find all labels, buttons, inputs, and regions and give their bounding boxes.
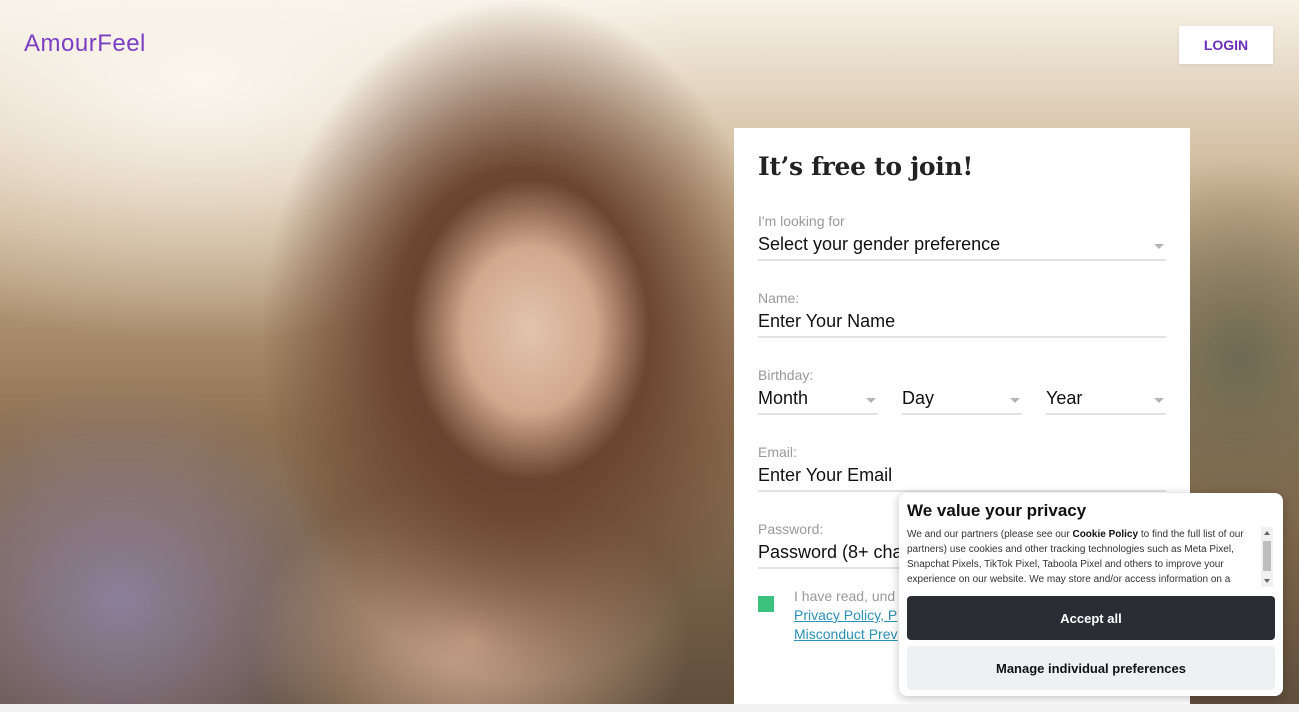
looking-for-label: I'm looking for [758,213,845,229]
birth-day-value: Day [902,388,935,408]
scroll-up-arrow-icon[interactable] [1264,531,1270,535]
scroll-down-arrow-icon[interactable] [1264,579,1270,583]
scrollbar-thumb[interactable] [1263,541,1271,571]
misconduct-prevention-link[interactable]: Misconduct Prev [794,626,897,642]
birthday-group: Birthday: Month Day Year [758,367,1166,415]
chevron-down-icon [1154,244,1164,249]
privacy-policy-link[interactable]: Privacy Policy, P [794,607,897,623]
email-label: Email: [758,444,797,460]
form-title: It’s free to join! [758,152,974,181]
cookie-title: We value your privacy [907,501,1087,520]
site-logo[interactable]: AmourFeel [24,30,146,58]
bottom-strip [0,704,1299,712]
birth-month-value: Month [758,388,809,408]
birth-month-select[interactable]: Month [758,385,878,415]
login-button[interactable]: LOGIN [1179,26,1273,64]
terms-checkbox[interactable] [758,596,774,612]
cookie-text-pre: We and our partners (please see our [907,529,1073,540]
birth-year-select[interactable]: Year [1046,385,1166,415]
name-group: Name: Enter Your Name [758,290,1166,338]
email-input[interactable]: Enter Your Email [758,462,1166,492]
email-group: Email: Enter Your Email [758,444,1166,492]
terms-text: I have read, und [794,588,896,604]
manage-preferences-button[interactable]: Manage individual preferences [907,646,1275,690]
name-input[interactable]: Enter Your Name [758,308,1166,338]
chevron-down-icon [866,398,876,403]
cookie-description: We and our partners (please see our Cook… [907,527,1275,587]
looking-for-group: I'm looking for Select your gender prefe… [758,213,1166,261]
birth-year-value: Year [1046,388,1083,408]
accept-all-button[interactable]: Accept all [907,596,1275,640]
chevron-down-icon [1010,398,1020,403]
birthday-label: Birthday: [758,367,814,383]
name-label: Name: [758,290,800,306]
cookie-policy-link[interactable]: Cookie Policy [1072,529,1138,540]
cookie-consent-dialog: We value your privacy We and our partner… [899,493,1283,696]
gender-preference-value: Select your gender preference [758,234,1001,254]
chevron-down-icon [1154,398,1164,403]
cookie-scrollbar[interactable] [1261,527,1273,587]
gender-preference-select[interactable]: Select your gender preference [758,231,1166,261]
birth-day-select[interactable]: Day [902,385,1022,415]
